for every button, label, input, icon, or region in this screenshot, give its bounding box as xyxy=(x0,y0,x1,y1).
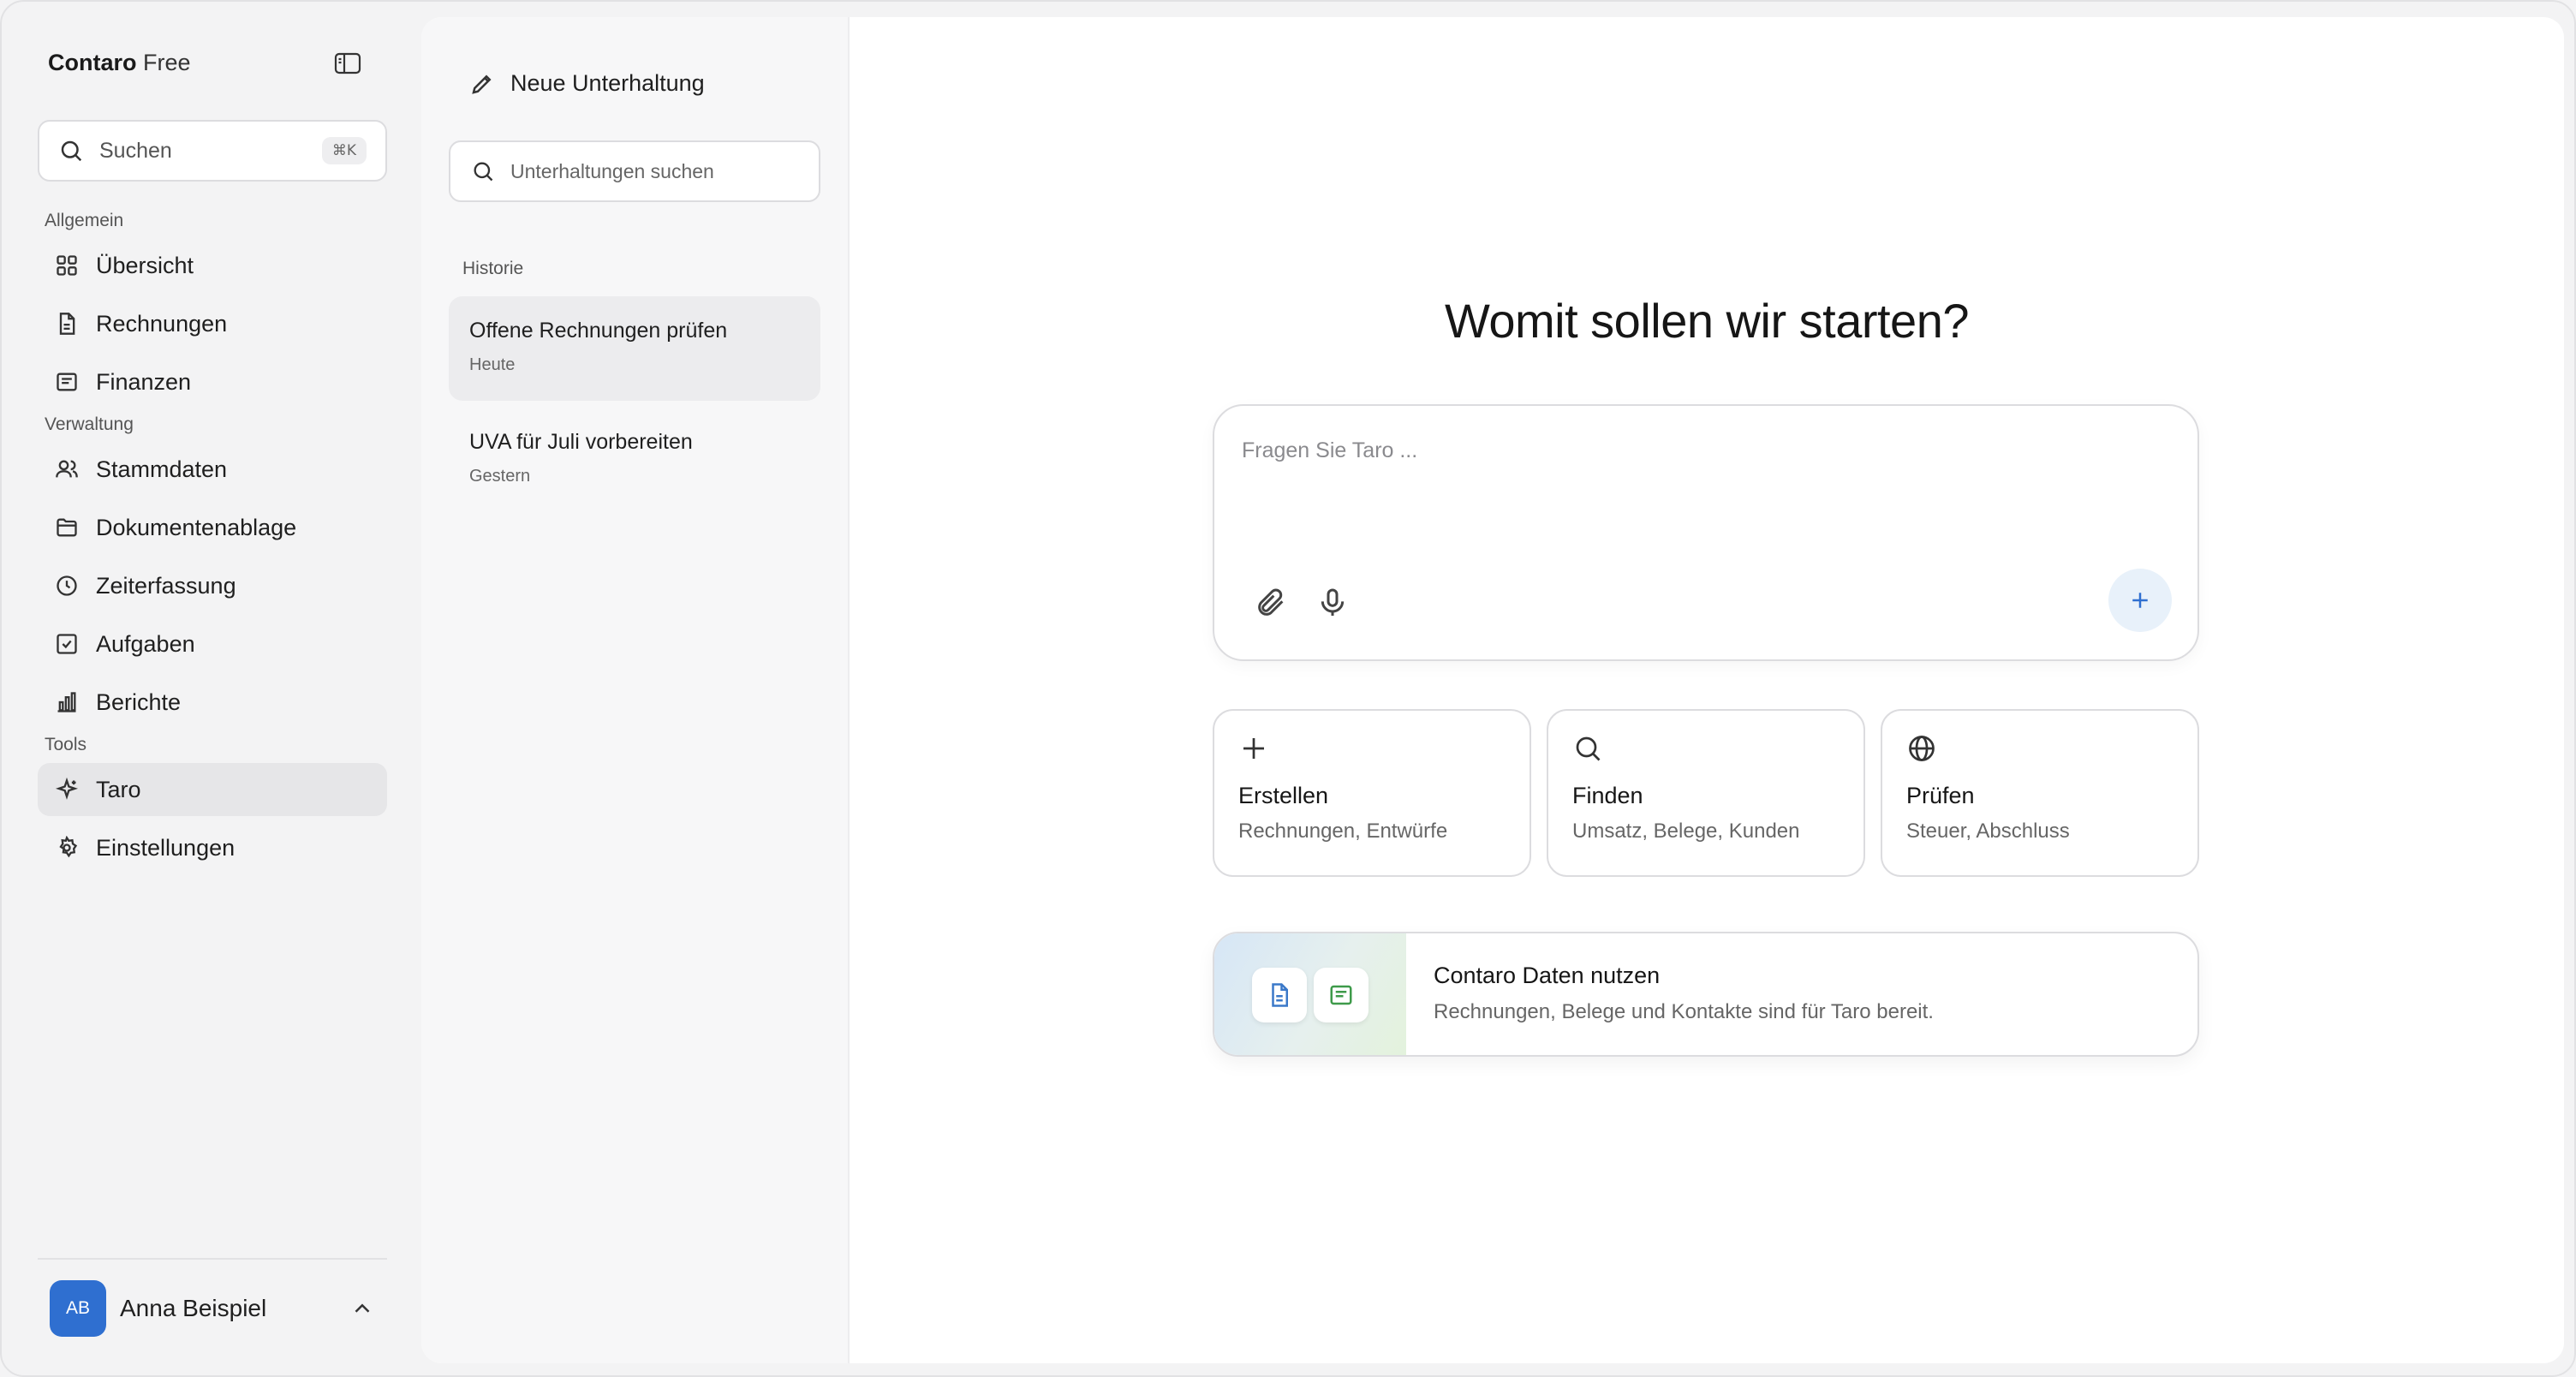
sidebar-item-finances[interactable]: Finanzen xyxy=(38,355,387,408)
sparkle-icon xyxy=(55,778,79,802)
grid-icon xyxy=(55,253,79,277)
clock-icon xyxy=(55,574,79,598)
prompt-input[interactable]: Fragen Sie Taro ... xyxy=(1213,404,2199,661)
main-panel: Neue Unterhaltung Unterhaltungen suchen … xyxy=(421,17,2564,1363)
brand-plan: Free xyxy=(143,50,191,75)
action-subtitle: Rechnungen, Entwürfe xyxy=(1238,820,1448,843)
action-title: Finden xyxy=(1572,783,1643,808)
microphone-icon[interactable] xyxy=(1315,586,1350,620)
sidebar-search-label: Suchen xyxy=(99,138,172,163)
sidebar-item-label: Rechnungen xyxy=(96,310,228,337)
brand-logo: Contaro Free xyxy=(48,50,191,76)
banner-title: Contaro Daten nutzen xyxy=(1434,963,1661,988)
sidebar-item-label: Dokumentenablage xyxy=(96,514,297,540)
receipt-icon xyxy=(1314,968,1368,1022)
prompt-placeholder: Fragen Sie Taro ... xyxy=(1242,438,1418,462)
sidebar-item-label: Finanzen xyxy=(96,368,192,395)
action-subtitle: Steuer, Abschluss xyxy=(1906,820,2070,843)
sidebar-item-taro[interactable]: Taro xyxy=(38,763,387,816)
banner-illustration xyxy=(1214,933,1406,1055)
section-label-general: Allgemein xyxy=(45,211,124,230)
action-card-create[interactable]: Erstellen Rechnungen, Entwürfe xyxy=(1213,709,1531,877)
conversation-search-placeholder: Unterhaltungen suchen xyxy=(510,159,714,182)
section-label-tools: Tools xyxy=(45,735,87,754)
action-card-find[interactable]: Finden Umsatz, Belege, Kunden xyxy=(1547,709,1865,877)
history-item[interactable]: UVA für Juli vorbereiten Gestern xyxy=(449,408,820,512)
avatar: AB xyxy=(50,1280,106,1337)
history-item-title: UVA für Juli vorbereiten xyxy=(469,430,693,454)
plus-icon xyxy=(1238,733,1506,764)
sidebar-item-tasks[interactable]: Aufgaben xyxy=(38,617,387,671)
search-icon xyxy=(471,159,495,183)
app-window: Contaro Free Suchen ⌘K Allgemein Übersic… xyxy=(0,0,2576,1377)
new-conversation-button[interactable]: Neue Unterhaltung xyxy=(469,70,705,97)
chevron-up-icon[interactable] xyxy=(349,1296,375,1321)
shortcut-badge: ⌘K xyxy=(321,137,367,164)
folder-icon xyxy=(55,516,79,539)
search-icon xyxy=(58,138,84,164)
page-title: Womit sollen wir starten? xyxy=(1444,294,1970,348)
sidebar-item-master-data[interactable]: Stammdaten xyxy=(38,443,387,496)
history-item-date: Heute xyxy=(469,355,516,374)
users-icon xyxy=(55,457,79,481)
brand-name: Contaro xyxy=(48,50,137,75)
banner-subtitle: Rechnungen, Belege und Kontakte sind für… xyxy=(1434,1000,1934,1023)
sidebar-item-label: Übersicht xyxy=(96,252,194,278)
sidebar-item-label: Berichte xyxy=(96,688,182,715)
section-label-admin: Verwaltung xyxy=(45,414,134,434)
gear-icon xyxy=(55,836,79,860)
user-menu[interactable]: AB Anna Beispiel xyxy=(50,1280,384,1337)
paperclip-icon[interactable] xyxy=(1254,586,1288,620)
history-label: Historie xyxy=(462,259,524,278)
sidebar-item-documents[interactable]: Dokumentenablage xyxy=(38,501,387,554)
action-card-check[interactable]: Prüfen Steuer, Abschluss xyxy=(1881,709,2199,877)
sidebar-item-label: Einstellungen xyxy=(96,834,236,861)
sidebar-search[interactable]: Suchen ⌘K xyxy=(38,120,387,182)
sidebar-item-label: Aufgaben xyxy=(96,630,195,657)
sidebar-item-time-tracking[interactable]: Zeiterfassung xyxy=(38,559,387,612)
receipt-icon xyxy=(55,370,79,394)
globe-icon xyxy=(1906,733,2174,764)
history-item[interactable]: Offene Rechnungen prüfen Heute xyxy=(449,296,820,401)
conversation-search-input[interactable]: Unterhaltungen suchen xyxy=(449,140,820,202)
plus-icon xyxy=(2127,587,2153,613)
send-button[interactable] xyxy=(2108,569,2172,632)
new-conversation-label: Neue Unterhaltung xyxy=(510,70,705,96)
sidebar-item-label: Stammdaten xyxy=(96,456,228,482)
sidebar-item-label: Taro xyxy=(96,776,141,802)
checkbox-icon xyxy=(55,632,79,656)
action-title: Erstellen xyxy=(1238,783,1329,808)
conversation-panel: Neue Unterhaltung Unterhaltungen suchen … xyxy=(421,17,850,1363)
sidebar-item-overview[interactable]: Übersicht xyxy=(38,239,387,292)
search-icon xyxy=(1572,733,1840,764)
data-banner[interactable]: Contaro Daten nutzen Rechnungen, Belege … xyxy=(1213,932,2199,1057)
action-subtitle: Umsatz, Belege, Kunden xyxy=(1572,820,1800,843)
sidebar-divider xyxy=(38,1258,387,1260)
sidebar-item-settings[interactable]: Einstellungen xyxy=(38,821,387,874)
history-item-date: Gestern xyxy=(469,467,531,486)
pencil-icon xyxy=(469,71,495,97)
action-title: Prüfen xyxy=(1906,783,1975,808)
user-name: Anna Beispiel xyxy=(120,1295,267,1321)
sidebar-toggle-icon[interactable] xyxy=(334,51,361,75)
bar-chart-icon xyxy=(55,690,79,714)
document-icon xyxy=(55,312,79,336)
sidebar-item-label: Zeiterfassung xyxy=(96,572,236,599)
sidebar-item-invoices[interactable]: Rechnungen xyxy=(38,297,387,350)
sidebar-item-reports[interactable]: Berichte xyxy=(38,676,387,729)
document-icon xyxy=(1252,968,1307,1022)
sidebar: Contaro Free Suchen ⌘K Allgemein Übersic… xyxy=(2,2,421,1375)
history-item-title: Offene Rechnungen prüfen xyxy=(469,319,728,343)
